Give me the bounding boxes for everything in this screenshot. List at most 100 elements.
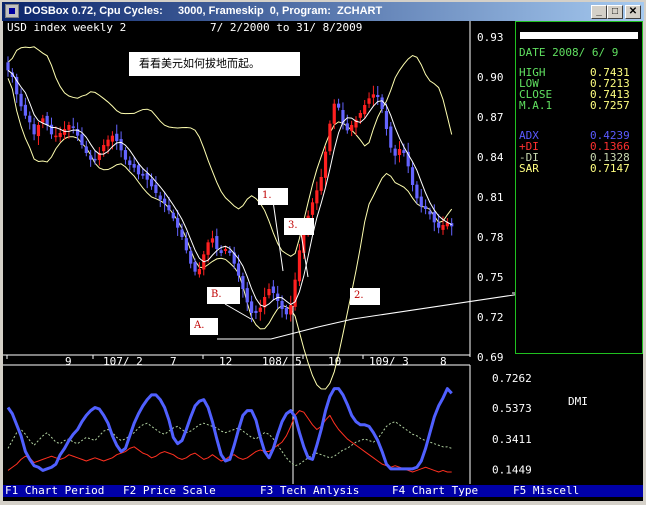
price-tick-label: 0.78 — [477, 231, 504, 244]
chinese-annotation-box: 看看美元如何拔地而起。 — [129, 52, 300, 76]
price-tick-labels: 0.93 0.90 0.87 0.84 0.81 0.78 0.75 0.72 0.69 — [477, 31, 504, 364]
candle-body — [32, 124, 36, 135]
dos-screen[interactable]: USD index weekly 2 7/ 2/2000 to 31/ 8/20… — [3, 21, 643, 501]
candle-body — [402, 150, 406, 153]
upper-band — [7, 46, 453, 257]
candlesticks — [6, 56, 454, 323]
indicator-info-label: SAR — [519, 162, 539, 175]
candle-body — [397, 149, 402, 156]
dmi-tick-label: 0.5373 — [492, 402, 532, 415]
dmi-lines — [6, 387, 453, 473]
candle-body — [280, 300, 284, 309]
time-tick-label: 108/ 5 — [262, 355, 302, 368]
candle-body — [136, 165, 141, 175]
candle-body — [158, 195, 162, 200]
candle-body — [141, 173, 145, 176]
price-info-value: 0.7257 — [590, 99, 630, 112]
candle-body — [389, 126, 393, 148]
candle-body — [193, 262, 197, 272]
candle-body — [332, 103, 336, 124]
time-tick-labels: 9 107/ 2 7 12 108/ 5 10 109/ 3 8 — [6, 355, 447, 368]
dmi-tick-label: 0.1449 — [492, 464, 532, 477]
candle-body — [289, 305, 293, 315]
maximize-button[interactable]: □ — [607, 5, 623, 19]
candle-body — [93, 158, 97, 161]
candle-body — [254, 310, 258, 313]
candle-body — [250, 301, 254, 313]
candle-body — [67, 125, 71, 130]
candle-body — [363, 105, 367, 115]
candle-body — [210, 238, 215, 243]
candle-body — [167, 205, 171, 211]
candle-body — [358, 113, 362, 118]
candle-body — [106, 139, 110, 147]
label-a: A. — [190, 318, 218, 335]
candle-body — [284, 307, 288, 315]
info-date: DATE 2008/ 6/ 9 — [519, 46, 619, 59]
time-tick-label: 8 — [440, 355, 447, 368]
dosbox-app-icon[interactable] — [5, 4, 19, 18]
candle-body — [45, 115, 49, 125]
f1-chart-period[interactable]: F1 Chart Period — [5, 485, 104, 497]
window-title: DOSBox 0.72, Cpu Cycles: 3000, Frameskip… — [24, 5, 383, 17]
candle-body — [384, 110, 389, 129]
candle-body — [371, 94, 375, 98]
candle-body — [258, 307, 262, 312]
candle-body — [315, 190, 319, 204]
indicator-info-value: 0.7147 — [590, 162, 630, 175]
candle-body — [62, 129, 67, 135]
candle-body — [110, 135, 114, 142]
candle-body — [437, 222, 441, 228]
f5-miscell[interactable]: F5 Miscell — [513, 485, 579, 497]
info-panel: DATE 2008/ 6/ 9 HIGH 0.7431 LOW 0.7213 CLOSE… — [515, 21, 643, 354]
candle-body — [84, 146, 88, 153]
candle-body — [54, 135, 58, 138]
chart-date-range: 7/ 2/2000 to 31/ 8/2009 — [210, 21, 362, 34]
candle-body — [123, 150, 128, 160]
price-info-label: M.A.1 — [519, 99, 553, 112]
f2-price-scale[interactable]: F2 Price Scale — [123, 485, 216, 497]
time-tick-label: 10 — [328, 355, 341, 368]
label-2: 2. — [350, 288, 380, 305]
candle-body — [28, 115, 32, 123]
ma-line — [7, 69, 452, 308]
candle-body — [128, 160, 132, 165]
candle-body — [115, 133, 119, 141]
candle-body — [41, 118, 45, 123]
candle-body — [393, 148, 397, 156]
dmi-tick-label: 0.7262 — [492, 372, 532, 385]
candle-body — [245, 288, 249, 303]
candle-body — [223, 249, 228, 251]
price-tick-label: 0.75 — [477, 271, 504, 284]
f3-tech-analysis[interactable]: F3 Tech Anlysis — [260, 485, 359, 497]
dmi-tick-labels: 0.7262 0.5373 0.3411 0.1449 — [492, 372, 532, 476]
chart-title: USD index weekly 2 — [7, 21, 126, 34]
candle-body — [219, 250, 223, 253]
title-bar[interactable]: DOSBox 0.72, Cpu Cycles: 3000, Frameskip… — [2, 2, 644, 21]
candle-body — [410, 167, 415, 185]
time-tick-label: 9 — [65, 355, 72, 368]
candle-body — [206, 242, 210, 255]
candle-body — [215, 236, 219, 249]
price-tick-label: 0.81 — [477, 191, 504, 204]
candle-body — [228, 250, 232, 253]
price-tick-label: 0.87 — [477, 111, 504, 124]
candle-body — [19, 93, 23, 107]
candle-body — [376, 94, 380, 97]
candle-body — [197, 269, 201, 275]
candle-body — [119, 139, 123, 151]
function-key-bar: F1 Chart Period F2 Price Scale F3 Tech A… — [3, 485, 643, 497]
envelope-bands — [7, 46, 453, 390]
label-1: 1. — [258, 188, 288, 205]
close-button[interactable]: ✕ — [625, 5, 641, 19]
candle-body — [428, 211, 432, 215]
price-tick-label: 0.69 — [477, 351, 504, 364]
candle-body — [23, 104, 27, 116]
price-tick-label: 0.90 — [477, 71, 504, 84]
candle-body — [176, 218, 180, 228]
candle-body — [432, 212, 436, 223]
minimize-button[interactable]: _ — [591, 5, 607, 19]
f4-chart-type[interactable]: F4 Chart Type — [392, 485, 478, 497]
adx-line — [6, 387, 453, 472]
info-header-bar — [520, 32, 638, 39]
